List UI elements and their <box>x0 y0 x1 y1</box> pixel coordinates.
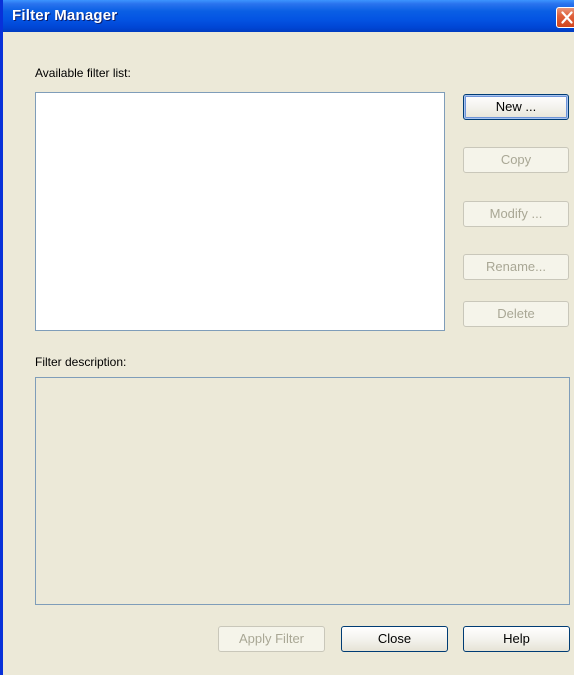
filter-description-label: Filter description: <box>35 355 127 369</box>
close-icon <box>561 11 573 24</box>
modify-filter-button[interactable]: Modify ... <box>463 201 569 227</box>
copy-filter-button[interactable]: Copy <box>463 147 569 173</box>
window-title: Filter Manager <box>12 7 118 24</box>
available-filter-list-label: Available filter list: <box>35 66 131 80</box>
apply-filter-button[interactable]: Apply Filter <box>218 626 325 652</box>
new-filter-button[interactable]: New ... <box>463 94 569 120</box>
available-filter-listbox[interactable] <box>35 92 445 331</box>
filter-manager-dialog: Filter Manager Available filter list: Ne… <box>0 0 574 675</box>
help-button[interactable]: Help <box>463 626 570 652</box>
title-bar[interactable]: Filter Manager <box>3 0 574 32</box>
close-button[interactable]: Close <box>341 626 448 652</box>
rename-filter-button[interactable]: Rename... <box>463 254 569 280</box>
window-close-button[interactable] <box>556 7 574 28</box>
delete-filter-button[interactable]: Delete <box>463 301 569 327</box>
filter-description-box <box>35 377 570 605</box>
